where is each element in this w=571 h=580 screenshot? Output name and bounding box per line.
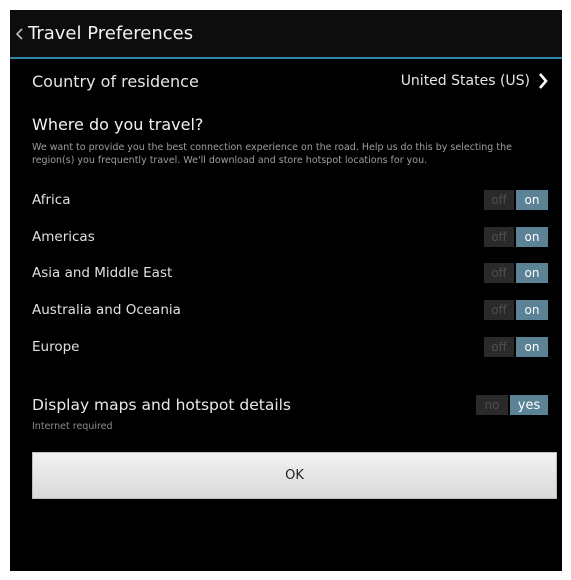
toggle-off[interactable]: off: [484, 337, 514, 357]
action-bar: Travel Preferences: [10, 10, 562, 59]
toggle-on[interactable]: on: [516, 263, 548, 283]
region-toggle[interactable]: off on: [484, 337, 548, 357]
toggle-on[interactable]: on: [516, 227, 548, 247]
region-toggle[interactable]: off on: [484, 190, 548, 210]
region-label: Americas: [32, 229, 95, 245]
toggle-off[interactable]: off: [484, 263, 514, 283]
toggle-off[interactable]: off: [484, 190, 514, 210]
toggle-on[interactable]: on: [516, 300, 548, 320]
region-row-australia: Australia and Oceania off on: [32, 299, 548, 321]
region-label: Africa: [32, 192, 71, 208]
maps-toggle[interactable]: no yes: [476, 395, 548, 415]
toggle-yes[interactable]: yes: [510, 395, 548, 415]
ok-button[interactable]: OK: [32, 452, 557, 499]
toggle-off[interactable]: off: [484, 227, 514, 247]
screen: Travel Preferences Country of residence …: [10, 10, 562, 571]
country-label: Country of residence: [32, 71, 199, 91]
region-row-asia: Asia and Middle East off on: [32, 262, 548, 284]
toggle-on[interactable]: on: [516, 190, 548, 210]
internet-required-note: Internet required: [32, 421, 113, 432]
region-toggle[interactable]: off on: [484, 300, 548, 320]
region-label: Europe: [32, 339, 80, 355]
toggle-off[interactable]: off: [484, 300, 514, 320]
region-row-europe: Europe off on: [32, 336, 548, 358]
page-title: Travel Preferences: [28, 23, 194, 44]
country-selector[interactable]: United States (US): [401, 73, 548, 89]
region-row-africa: Africa off on: [32, 189, 548, 211]
region-label: Asia and Middle East: [32, 265, 173, 281]
toggle-on[interactable]: on: [516, 337, 548, 357]
region-label: Australia and Oceania: [32, 302, 181, 318]
country-row[interactable]: Country of residence United States (US): [32, 68, 548, 94]
chevron-right-icon: [538, 73, 548, 89]
travel-description: We want to provide you the best connecti…: [32, 142, 512, 166]
chevron-left-icon[interactable]: [10, 27, 26, 40]
country-value: United States (US): [400, 73, 530, 89]
toggle-no[interactable]: no: [476, 395, 508, 415]
maps-row: Display maps and hotspot details no yes: [32, 394, 548, 416]
travel-heading: Where do you travel?: [32, 115, 204, 134]
region-toggle[interactable]: off on: [484, 263, 548, 283]
maps-label: Display maps and hotspot details: [32, 396, 292, 414]
region-toggle[interactable]: off on: [484, 227, 548, 247]
region-row-americas: Americas off on: [32, 226, 548, 248]
